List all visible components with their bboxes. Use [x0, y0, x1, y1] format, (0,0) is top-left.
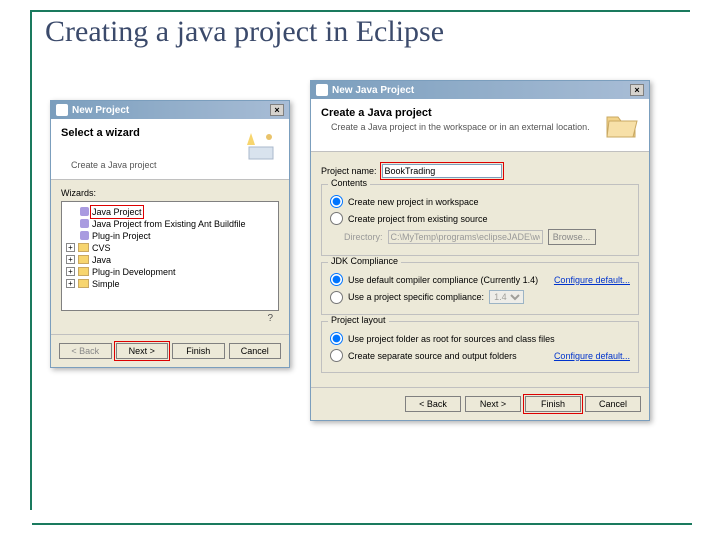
- finish-button[interactable]: Finish: [525, 396, 581, 412]
- tree-item[interactable]: Java Project from Existing Ant Buildfile: [92, 219, 246, 229]
- create-existing-radio[interactable]: [330, 212, 343, 225]
- tree-item[interactable]: Simple: [92, 279, 120, 289]
- tree-item[interactable]: Plug-in Development: [92, 267, 176, 277]
- contents-group: Contents Create new project in workspace…: [321, 184, 639, 256]
- folder-icon: [78, 243, 89, 252]
- finish-button[interactable]: Finish: [172, 343, 225, 359]
- dialog-title: New Java Project: [332, 85, 414, 96]
- directory-label: Directory:: [344, 232, 383, 242]
- folder-large-icon: [603, 107, 639, 143]
- radio-label: Use default compiler compliance (Current…: [348, 275, 538, 285]
- java-project-icon: [80, 219, 89, 228]
- back-button: < Back: [59, 343, 112, 359]
- contents-legend: Contents: [328, 178, 370, 188]
- app-icon: [316, 84, 328, 96]
- slide-title: Creating a java project in Eclipse: [40, 15, 449, 49]
- radio-label: Create separate source and output folder…: [348, 351, 517, 361]
- tree-item[interactable]: Plug-in Project: [92, 231, 151, 241]
- folder-icon: [78, 255, 89, 264]
- create-new-radio[interactable]: [330, 195, 343, 208]
- banner-title: Create a Java project: [321, 107, 603, 119]
- tree-item[interactable]: CVS: [92, 243, 111, 253]
- back-button[interactable]: < Back: [405, 396, 461, 412]
- help-icon[interactable]: ?: [61, 311, 279, 326]
- plugin-project-icon: [80, 231, 89, 240]
- titlebar[interactable]: New Java Project ×: [311, 81, 649, 99]
- button-row: < Back Next > Finish Cancel: [51, 334, 289, 367]
- layout-group: Project layout Use project folder as roo…: [321, 321, 639, 373]
- layout-legend: Project layout: [328, 315, 389, 325]
- button-row: < Back Next > Finish Cancel: [311, 387, 649, 420]
- next-button[interactable]: Next >: [465, 396, 521, 412]
- radio-label: Use project folder as root for sources a…: [348, 334, 555, 344]
- app-icon: [56, 104, 68, 116]
- browse-button: Browse...: [548, 229, 596, 245]
- separate-folders-radio[interactable]: [330, 349, 343, 362]
- close-icon[interactable]: ×: [630, 84, 644, 96]
- tree-item[interactable]: Java: [92, 255, 111, 265]
- jdk-group: JDK Compliance Use default compiler comp…: [321, 262, 639, 315]
- close-icon[interactable]: ×: [270, 104, 284, 116]
- project-name-label: Project name:: [321, 166, 377, 176]
- compliance-select: 1.4: [489, 290, 524, 304]
- banner: Select a wizard Create a Java project: [51, 119, 289, 180]
- folder-icon: [78, 279, 89, 288]
- expander-icon[interactable]: +: [66, 255, 75, 264]
- wizards-label: Wizards:: [61, 188, 279, 198]
- java-project-icon: [80, 207, 89, 216]
- new-java-project-dialog: New Java Project × Create a Java project…: [310, 80, 650, 421]
- radio-label: Create project from existing source: [348, 214, 488, 224]
- folder-icon: [78, 267, 89, 276]
- wizard-icon: [243, 127, 279, 163]
- next-button[interactable]: Next >: [116, 343, 169, 359]
- expander-icon[interactable]: +: [66, 267, 75, 276]
- new-project-dialog: New Project × Select a wizard Create a J…: [50, 100, 290, 368]
- radio-label: Use a project specific compliance:: [348, 292, 484, 302]
- default-compliance-radio[interactable]: [330, 273, 343, 286]
- banner-subtitle: Create a Java project: [61, 160, 243, 171]
- cancel-button[interactable]: Cancel: [585, 396, 641, 412]
- tree-item-java-project[interactable]: Java Project: [92, 207, 142, 217]
- expander-icon[interactable]: +: [66, 279, 75, 288]
- project-name-input[interactable]: [382, 164, 502, 178]
- project-compliance-radio[interactable]: [330, 291, 343, 304]
- banner-title: Select a wizard: [61, 127, 243, 139]
- dialog-title: New Project: [72, 105, 129, 116]
- configure-default-link[interactable]: Configure default...: [554, 275, 630, 285]
- banner-subtitle: Create a Java project in the workspace o…: [321, 122, 603, 133]
- titlebar[interactable]: New Project ×: [51, 101, 289, 119]
- directory-input: [388, 230, 543, 244]
- configure-default-link[interactable]: Configure default...: [554, 351, 630, 361]
- project-folder-root-radio[interactable]: [330, 332, 343, 345]
- radio-label: Create new project in workspace: [348, 197, 479, 207]
- banner: Create a Java project Create a Java proj…: [311, 99, 649, 152]
- cancel-button[interactable]: Cancel: [229, 343, 282, 359]
- jdk-legend: JDK Compliance: [328, 256, 401, 266]
- wizard-tree[interactable]: Java Project Java Project from Existing …: [61, 201, 279, 311]
- expander-icon[interactable]: +: [66, 243, 75, 252]
